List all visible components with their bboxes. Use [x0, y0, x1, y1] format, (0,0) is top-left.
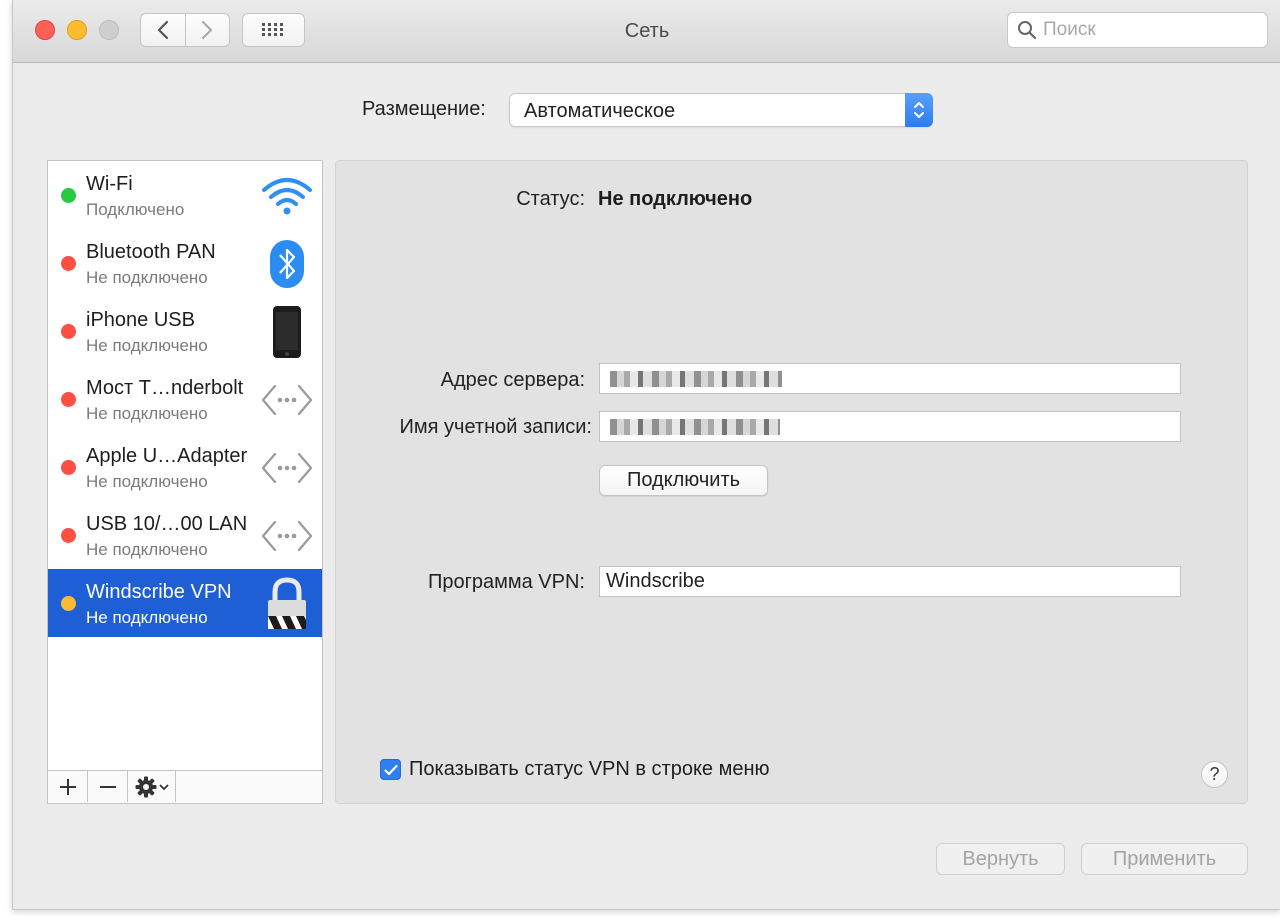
- service-status: Не подключено: [86, 540, 208, 559]
- redacted-value: [610, 419, 780, 435]
- close-window-button[interactable]: [35, 20, 55, 40]
- chevron-left-icon: [157, 20, 168, 40]
- vpn-app-value: Windscribe: [606, 570, 705, 592]
- status-dot: [61, 188, 76, 203]
- search-input[interactable]: [1041, 18, 1255, 42]
- show-vpn-status-checkbox[interactable]: [380, 759, 401, 780]
- service-status: Не подключено: [86, 472, 208, 491]
- location-select[interactable]: Автоматическое: [509, 93, 933, 127]
- show-vpn-status-label: Показывать статус VPN в строке меню: [409, 758, 770, 780]
- vpn-detail-panel: Статус: Не подключено Адрес сервера: Имя…: [335, 160, 1248, 804]
- location-stepper[interactable]: [905, 93, 933, 127]
- help-button[interactable]: ?: [1201, 761, 1228, 788]
- service-item-iphone-usb[interactable]: iPhone USB Не подключено: [48, 297, 322, 365]
- minimize-window-button[interactable]: [67, 20, 87, 40]
- grid-icon: [261, 23, 283, 36]
- vpn-app-label: Программа VPN:: [427, 571, 585, 593]
- checkmark-icon: [383, 764, 398, 775]
- ethernet-icon: [260, 373, 314, 427]
- chevron-down-icon: [158, 783, 169, 790]
- status-dot: [61, 256, 76, 271]
- service-status: Не подключено: [86, 268, 208, 287]
- back-button[interactable]: [141, 14, 186, 46]
- search-field[interactable]: [1007, 12, 1268, 48]
- ethernet-icon: [260, 509, 314, 563]
- zoom-window-button[interactable]: [99, 20, 119, 40]
- status-dot: [61, 392, 76, 407]
- title-bar: Сеть: [13, 0, 1280, 63]
- location-value: Автоматическое: [524, 100, 676, 122]
- remove-service-button[interactable]: [88, 771, 128, 802]
- service-name: Apple U…Adapter: [86, 445, 248, 467]
- account-name-field[interactable]: [599, 411, 1181, 442]
- service-status: Подключено: [86, 200, 185, 219]
- show-all-button[interactable]: [242, 13, 305, 47]
- service-name: Windscribe VPN: [86, 581, 232, 603]
- status-label: Статус:: [516, 188, 585, 210]
- search-icon: [1018, 21, 1037, 40]
- vpn-lock-icon: [260, 577, 314, 631]
- service-item-windscribe-vpn[interactable]: Windscribe VPN Не подключено: [48, 569, 322, 637]
- service-list-toolbar: [48, 770, 322, 803]
- status-dot: [61, 528, 76, 543]
- account-name-label: Имя учетной записи:: [399, 416, 592, 438]
- service-name: Bluetooth PAN: [86, 241, 216, 263]
- vpn-app-field[interactable]: Windscribe: [599, 566, 1181, 597]
- service-status: Не подключено: [86, 404, 208, 423]
- service-item-wifi[interactable]: Wi-Fi Подключено: [48, 161, 322, 229]
- service-status: Не подключено: [86, 608, 208, 627]
- redacted-value: [610, 371, 782, 387]
- service-list: Wi-Fi Подключено Bluetooth PAN Не подклю…: [47, 160, 323, 804]
- service-name: Wi-Fi: [86, 173, 133, 195]
- iphone-icon: [260, 305, 314, 359]
- minus-icon: [99, 785, 116, 788]
- revert-button[interactable]: Вернуть: [936, 843, 1065, 875]
- gear-icon: [135, 776, 156, 797]
- service-item-usb-lan[interactable]: USB 10/…00 LAN Не подключено: [48, 501, 322, 569]
- server-address-field[interactable]: [599, 363, 1181, 394]
- service-name: USB 10/…00 LAN: [86, 513, 248, 535]
- service-item-bluetooth-pan[interactable]: Bluetooth PAN Не подключено: [48, 229, 322, 297]
- status-dot: [61, 324, 76, 339]
- connect-button[interactable]: Подключить: [599, 465, 768, 496]
- wifi-icon: [260, 169, 314, 223]
- show-vpn-status-option[interactable]: Показывать статус VPN в строке меню: [380, 758, 770, 781]
- status-dot: [61, 460, 76, 475]
- apply-button[interactable]: Применить: [1081, 843, 1248, 875]
- chevron-up-down-icon: [914, 102, 924, 118]
- location-label: Размещение:: [362, 98, 486, 120]
- server-address-label: Адрес сервера:: [440, 369, 585, 391]
- service-actions-button[interactable]: [128, 771, 176, 802]
- forward-button[interactable]: [186, 14, 230, 46]
- service-status: Не подключено: [86, 336, 208, 355]
- plus-icon: [59, 778, 76, 795]
- ethernet-icon: [260, 441, 314, 495]
- chevron-right-icon: [202, 20, 213, 40]
- add-service-button[interactable]: [48, 771, 88, 802]
- bluetooth-icon: [260, 237, 314, 291]
- service-item-apple-usb-adapter[interactable]: Apple U…Adapter Не подключено: [48, 433, 322, 501]
- status-dot: [61, 596, 76, 611]
- service-name: Мост T…nderbolt: [86, 377, 244, 399]
- navigation-buttons: [140, 13, 230, 47]
- network-preferences-window: Сеть Размещение: Автоматическое Wi-Fi По…: [12, 0, 1280, 910]
- status-value: Не подключено: [598, 188, 753, 210]
- service-name: iPhone USB: [86, 309, 195, 331]
- service-item-thunderbolt-bridge[interactable]: Мост T…nderbolt Не подключено: [48, 365, 322, 433]
